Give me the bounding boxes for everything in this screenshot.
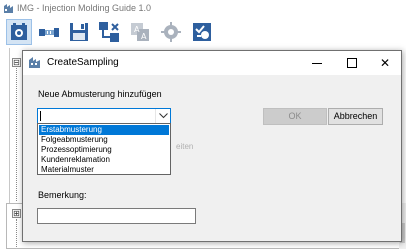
- svg-text:A: A: [134, 25, 140, 34]
- translate-button[interactable]: A A: [127, 19, 153, 45]
- sampling-type-combobox[interactable]: [37, 108, 171, 124]
- close-button[interactable]: ✕: [367, 51, 403, 75]
- minimize-button[interactable]: [299, 51, 335, 75]
- injector-button[interactable]: [36, 19, 62, 45]
- settings-icon: [11, 23, 27, 40]
- toolbar: A A: [0, 18, 406, 46]
- translate-icon: A A: [131, 23, 149, 41]
- checklist-icon: [193, 23, 211, 41]
- dropdown-option-prozessoptimierung[interactable]: Prozessoptimierung: [39, 145, 169, 155]
- create-sampling-dialog: CreateSampling ✕ Neue Abmusterung hinzuf…: [22, 50, 402, 242]
- checklist-button[interactable]: [189, 19, 215, 45]
- floppy-disk-icon: [70, 23, 88, 41]
- injection-unit-icon: [39, 28, 59, 37]
- app-icon: [3, 3, 14, 14]
- gear-icon: [161, 22, 181, 42]
- save-button[interactable]: [66, 19, 92, 45]
- network-button[interactable]: [96, 19, 122, 45]
- maximize-icon: [347, 58, 357, 68]
- dialog-titlebar[interactable]: CreateSampling ✕: [23, 51, 401, 75]
- remark-label: Bemerkung:: [38, 190, 87, 200]
- text-caret: [40, 111, 41, 121]
- svg-text:A: A: [141, 32, 147, 41]
- main-titlebar: IMG - Injection Molding Guide 1.0: [0, 0, 406, 18]
- tree-line: [16, 68, 17, 201]
- close-icon: ✕: [379, 56, 391, 70]
- tree-line: [16, 219, 17, 247]
- sampling-type-dropdown-list: Erstabmusterung Folgeabmusterung Prozess…: [37, 123, 171, 175]
- tree-expand-icon[interactable]: ⊞: [12, 209, 21, 218]
- dialog-app-icon: [28, 56, 41, 69]
- dropdown-option-folgeabmusterung[interactable]: Folgeabmusterung: [39, 135, 169, 145]
- dropdown-option-materialmuster[interactable]: Materialmuster: [39, 165, 169, 175]
- tree-collapse-icon[interactable]: ⊟: [12, 58, 21, 67]
- gear-button[interactable]: [158, 19, 184, 45]
- network-tree-icon: [99, 22, 119, 42]
- dropdown-option-erstabmusterung[interactable]: Erstabmusterung: [39, 125, 169, 135]
- maximize-button[interactable]: [334, 51, 370, 75]
- ok-button[interactable]: OK: [263, 108, 327, 125]
- settings-button[interactable]: [6, 19, 32, 45]
- remark-input[interactable]: [37, 208, 196, 224]
- app-title: IMG - Injection Molding Guide 1.0: [17, 3, 152, 13]
- new-sampling-label: Neue Abmusterung hinzufügen: [38, 89, 162, 99]
- chevron-down-icon: [159, 113, 168, 119]
- dropdown-button[interactable]: [155, 109, 170, 123]
- minimize-icon: [312, 63, 322, 64]
- dropdown-option-kundenreklamation[interactable]: Kundenreklamation: [39, 155, 169, 165]
- dialog-title: CreateSampling: [47, 57, 119, 68]
- obscured-text: eiten: [176, 142, 194, 151]
- cancel-button[interactable]: Abbrechen: [328, 108, 383, 125]
